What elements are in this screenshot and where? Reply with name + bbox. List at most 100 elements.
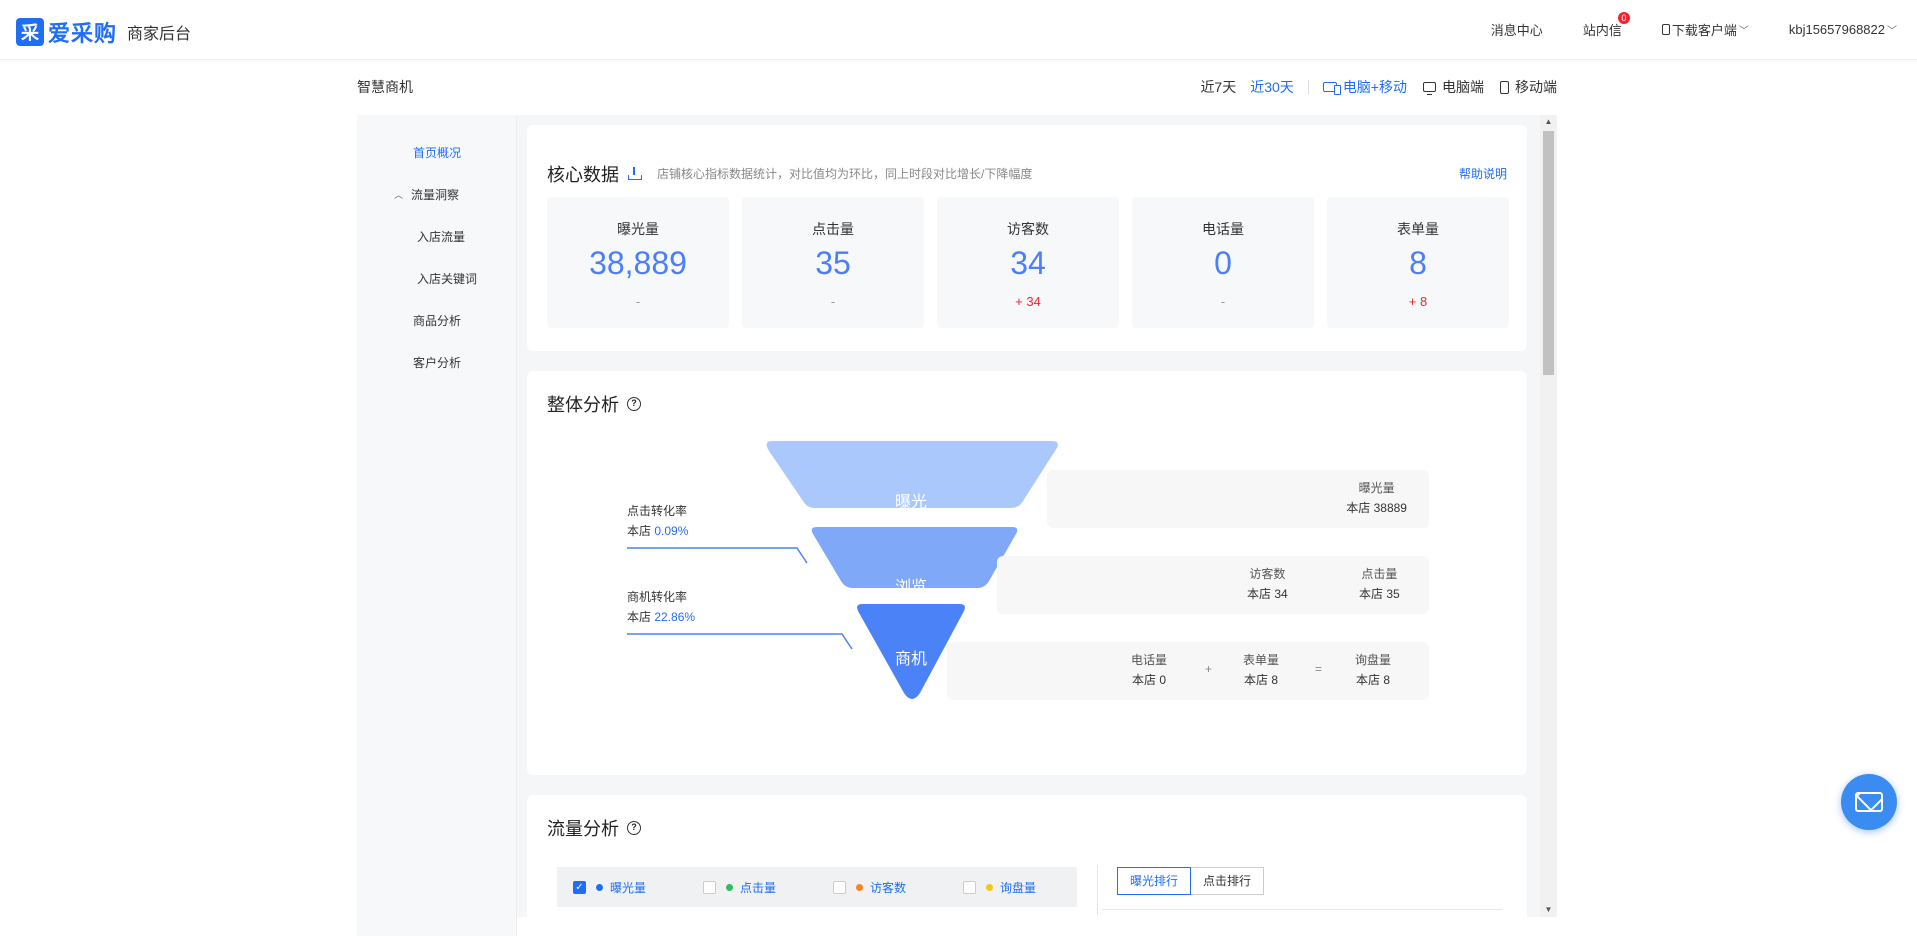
chevron-up-icon: ︿ bbox=[394, 190, 404, 200]
sidebar-item-product-analysis[interactable]: 商品分析 bbox=[413, 312, 461, 329]
rate-connector-line bbox=[627, 547, 808, 564]
logo-text: 爱采购 bbox=[48, 21, 118, 46]
sidebar-item-store-keywords[interactable]: 入店关键词 bbox=[417, 270, 477, 287]
device-mobile[interactable]: 移动端 bbox=[1500, 77, 1557, 97]
scroll-thumb[interactable] bbox=[1543, 131, 1554, 375]
sidebar-item-overview[interactable]: 首页概况 bbox=[413, 144, 461, 161]
click-conversion-rate: 点击转化率 本店 0.09% bbox=[627, 501, 688, 541]
sidebar-item-label: 流量洞察 bbox=[411, 188, 460, 202]
metric-delta: + 34 bbox=[1015, 294, 1041, 309]
overall-analysis-card: 整体分析 ? 曝光 浏览 商机 点击转化率 本店 0.09% 商机转化率 本店 … bbox=[527, 371, 1527, 775]
business-info-box: 电话量 本店 0 + 表单量 本店 8 = 询盘量 本店 8 bbox=[947, 642, 1429, 700]
sidebar-item-traffic-insight[interactable]: ︿ 流量洞察 bbox=[394, 186, 459, 203]
metric-label: 访客数 bbox=[1007, 221, 1049, 237]
monitor-mobile-icon bbox=[1322, 82, 1341, 95]
legend-item-exposure[interactable]: ✓ 曝光量 bbox=[573, 879, 687, 896]
legend-label: 访客数 bbox=[870, 880, 907, 895]
range-30-days[interactable]: 近30天 bbox=[1250, 77, 1294, 97]
inbox-label: 站内信 bbox=[1582, 22, 1622, 38]
checkbox[interactable] bbox=[703, 880, 716, 894]
legend-item-visitors[interactable]: 访客数 bbox=[833, 879, 947, 896]
rate-value-row: 本店 0.09% bbox=[627, 521, 688, 541]
page-title: 智慧商机 bbox=[357, 79, 413, 95]
funnel-label-exposure: 曝光 bbox=[895, 494, 928, 511]
rate-value-row: 本店 22.86% bbox=[627, 607, 695, 627]
metrics-row: 曝光量 38,889 - 点击量 35 - 访客数 34 + 34 电话量 0 … bbox=[547, 197, 1509, 328]
main-content: 核心数据 店铺核心指标数据统计，对比值均为环比，同上时段对比增长/下降幅度 帮助… bbox=[517, 115, 1540, 917]
checkbox[interactable] bbox=[963, 880, 976, 894]
info-value: 本店 8 bbox=[1244, 673, 1279, 687]
metric-delta: - bbox=[635, 294, 641, 309]
sidebar-item-customer-analysis[interactable]: 客户分析 bbox=[413, 354, 461, 371]
info-visitors: 访客数 本店 34 bbox=[1247, 564, 1288, 604]
core-data-title-text: 核心数据 bbox=[547, 165, 619, 185]
tab-exposure-rank[interactable]: 曝光排行 bbox=[1117, 867, 1192, 895]
account-menu[interactable]: kbj15657968822 ﹀ bbox=[1789, 22, 1897, 37]
metric-value: 35 bbox=[815, 245, 851, 281]
top-header: 采 爱采购 商家后台 消息中心 站内信 0 下载客户端 ﹀ kbj1565796… bbox=[0, 0, 1917, 60]
sidebar-item-store-traffic[interactable]: 入店流量 bbox=[417, 228, 465, 245]
checkbox-checked[interactable]: ✓ bbox=[573, 880, 586, 894]
info-value: 本店 35 bbox=[1359, 587, 1400, 601]
legend-item-clicks[interactable]: 点击量 bbox=[703, 879, 817, 896]
floating-message-button[interactable] bbox=[1841, 774, 1897, 830]
business-conversion-rate: 商机转化率 本店 22.86% bbox=[627, 587, 695, 627]
legend-dot bbox=[986, 883, 993, 891]
rate-prefix: 本店 bbox=[627, 524, 652, 538]
scroll-down-arrow-icon[interactable]: ▼ bbox=[1540, 903, 1557, 917]
legend-label: 询盘量 bbox=[1000, 880, 1037, 895]
legend-item-inquiries[interactable]: 询盘量 bbox=[963, 879, 1077, 896]
info-value: 本店 34 bbox=[1247, 587, 1288, 601]
browse-info-box: 访客数 本店 34 点击量 本店 35 bbox=[997, 556, 1429, 614]
metric-card-exposure: 曝光量 38,889 - bbox=[547, 197, 729, 328]
info-label: 曝光量 bbox=[1358, 481, 1395, 495]
info-inquiries: 询盘量 本店 8 bbox=[1355, 650, 1391, 690]
metric-value: 0 bbox=[1214, 245, 1232, 281]
phone-icon bbox=[1661, 23, 1670, 35]
info-value: 本店 38889 bbox=[1346, 501, 1407, 515]
help-icon[interactable]: ? bbox=[627, 821, 641, 835]
device-all[interactable]: 电脑+移动 bbox=[1322, 77, 1407, 97]
scroll-up-arrow-icon[interactable]: ▲ bbox=[1540, 115, 1557, 129]
tab-click-rank[interactable]: 点击排行 bbox=[1191, 867, 1265, 895]
logo-subtitle: 商家后台 bbox=[127, 26, 192, 43]
top-nav: 消息中心 站内信 0 下载客户端 ﹀ kbj15657968822 ﹀ bbox=[1451, 0, 1897, 58]
metric-card-visitors: 访客数 34 + 34 bbox=[937, 197, 1119, 328]
rank-tabs: 曝光排行 点击排行 bbox=[1117, 867, 1265, 895]
rate-connector-line bbox=[627, 633, 853, 650]
inbox-link[interactable]: 站内信 0 bbox=[1582, 11, 1630, 39]
download-icon[interactable] bbox=[627, 167, 642, 181]
help-link[interactable]: 帮助说明 bbox=[1459, 165, 1507, 182]
scrollbar[interactable]: ▲ ▼ bbox=[1540, 115, 1557, 917]
traffic-legend: ✓ 曝光量 点击量 访客数 询盘量 bbox=[557, 867, 1077, 907]
metric-label: 电话量 bbox=[1202, 221, 1244, 237]
info-forms: 表单量 本店 8 bbox=[1243, 650, 1279, 690]
logo[interactable]: 采 爱采购 商家后台 bbox=[16, 16, 191, 48]
range-7-days[interactable]: 近7天 bbox=[1200, 77, 1236, 97]
download-client-menu[interactable]: 下载客户端 ﹀ bbox=[1661, 20, 1749, 39]
exposure-info-box: 曝光量 本店 38889 bbox=[1047, 470, 1429, 528]
plus-operator: + bbox=[1205, 662, 1213, 676]
download-label: 下载客户端 bbox=[1671, 22, 1737, 38]
message-center-link[interactable]: 消息中心 bbox=[1491, 20, 1543, 39]
metric-label: 曝光量 bbox=[617, 221, 659, 237]
rate-value: 22.86% bbox=[654, 610, 696, 624]
info-label: 点击量 bbox=[1361, 567, 1398, 581]
info-exposure: 曝光量 本店 38889 bbox=[1346, 478, 1407, 518]
legend-dot bbox=[726, 883, 733, 891]
sub-header: 智慧商机 近7天 近30天 电脑+移动 电脑端 移动端 bbox=[357, 77, 1557, 97]
info-calls: 电话量 本店 0 bbox=[1131, 650, 1167, 690]
info-label: 访客数 bbox=[1249, 567, 1286, 581]
metric-card-forms: 表单量 8 + 8 bbox=[1327, 197, 1509, 328]
device-pc[interactable]: 电脑端 bbox=[1423, 77, 1484, 97]
equals-operator: = bbox=[1315, 662, 1323, 676]
info-value: 本店 8 bbox=[1356, 673, 1391, 687]
info-label: 表单量 bbox=[1243, 653, 1280, 667]
metric-card-clicks: 点击量 35 - bbox=[742, 197, 924, 328]
metric-label: 表单量 bbox=[1397, 221, 1439, 237]
chevron-down-icon: ﹀ bbox=[1887, 25, 1897, 37]
checkbox[interactable] bbox=[833, 880, 846, 894]
device-all-label: 电脑+移动 bbox=[1342, 79, 1407, 95]
account-name: kbj15657968822 bbox=[1788, 21, 1885, 37]
mobile-icon bbox=[1500, 80, 1509, 94]
